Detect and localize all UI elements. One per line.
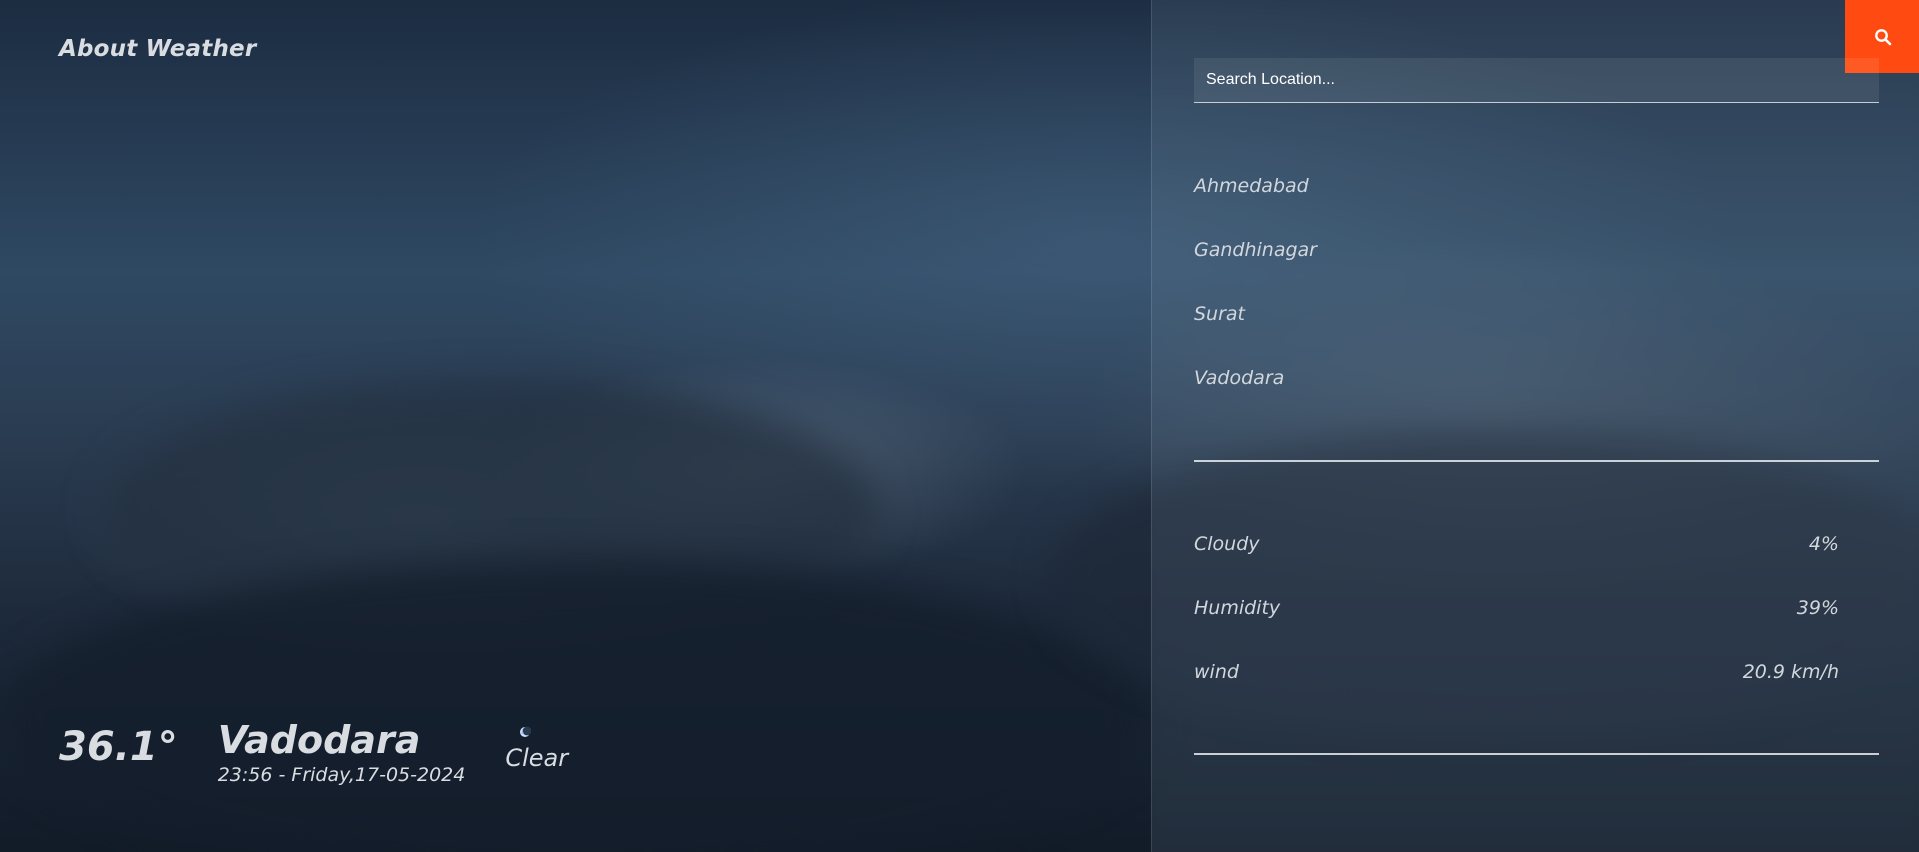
detail-label: wind (1194, 661, 1239, 683)
current-city: Vadodara (217, 718, 421, 762)
search-icon (1874, 28, 1891, 45)
current-temperature: 36.1° (59, 724, 178, 770)
moon-icon (520, 726, 532, 737)
divider (1194, 460, 1879, 462)
location-list: Ahmedabad Gandhinagar Surat Vadodara (1194, 170, 1879, 426)
condition-block: Clear (505, 718, 568, 772)
weather-details: Cloudy 4% Humidity 39% wind 20.9 km/h (1194, 528, 1839, 720)
weather-app: About Weather 36.1° Vadodara 23:56 - Fri… (0, 0, 1919, 852)
location-item-surat[interactable]: Surat (1194, 298, 1879, 362)
detail-value: 4% (1808, 533, 1839, 555)
city-block: Vadodara 23:56 - Friday,17-05-2024 (218, 718, 466, 786)
brand-logo-text[interactable]: About Weather (59, 36, 256, 62)
location-item-gandhinagar[interactable]: Gandhinagar (1194, 234, 1879, 298)
divider (1194, 753, 1879, 755)
detail-value: 20.9 km/h (1742, 661, 1839, 683)
detail-row-cloudy: Cloudy 4% (1194, 528, 1839, 592)
detail-label: Cloudy (1194, 533, 1260, 555)
detail-row-humidity: Humidity 39% (1194, 592, 1839, 656)
search-input[interactable] (1194, 58, 1879, 103)
current-datetime: 23:56 - Friday,17-05-2024 (217, 764, 466, 786)
location-item-vadodara[interactable]: Vadodara (1194, 362, 1879, 426)
detail-row-wind: wind 20.9 km/h (1194, 656, 1839, 720)
current-weather: 36.1° Vadodara 23:56 - Friday,17-05-2024… (59, 718, 568, 786)
side-panel: Ahmedabad Gandhinagar Surat Vadodara Clo… (1151, 0, 1919, 852)
current-condition: Clear (505, 744, 569, 772)
location-item-ahmedabad[interactable]: Ahmedabad (1194, 170, 1879, 234)
detail-label: Humidity (1194, 597, 1281, 619)
detail-value: 39% (1796, 597, 1839, 619)
cloud-shape (0, 560, 1150, 852)
